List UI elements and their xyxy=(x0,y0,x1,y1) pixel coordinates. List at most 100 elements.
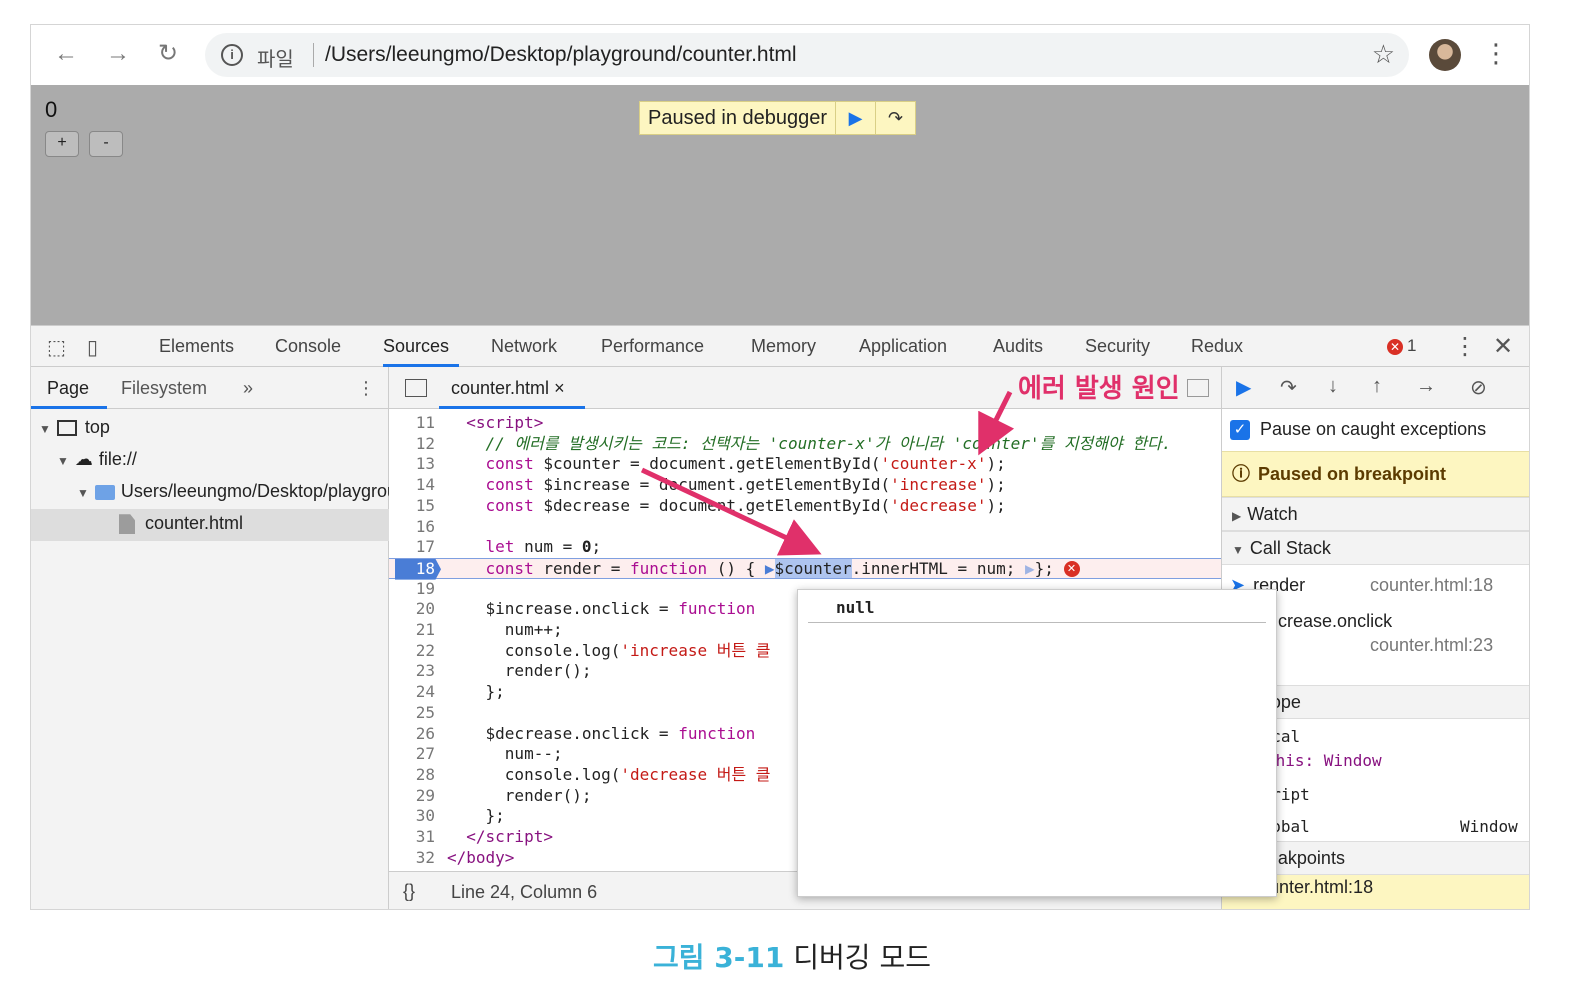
url-scheme-label: 파일 xyxy=(257,49,294,71)
frame-icon xyxy=(56,420,77,437)
back-icon[interactable]: ← xyxy=(51,39,81,69)
cloud-icon: ☁ xyxy=(74,449,93,469)
error-icon: ✕ xyxy=(1387,339,1403,355)
code-line: 12 // 에러를 발생시키는 코드: 선택자는 'counter-x'가 아니… xyxy=(415,433,1172,453)
pause-on-caught-exceptions[interactable]: ✓ Pause on caught exceptions xyxy=(1230,419,1487,441)
checkbox-icon[interactable]: ✓ xyxy=(1230,420,1250,441)
step-into-icon[interactable]: ↓ xyxy=(1328,375,1338,398)
close-devtools-icon[interactable]: ✕ xyxy=(1493,332,1513,361)
tree-item-origin[interactable]: ▼ ☁ file:// xyxy=(57,449,137,470)
navigator-menu-icon[interactable]: ⋮ xyxy=(357,378,375,399)
figure-caption: 그림 3-11 디버깅 모드 xyxy=(0,936,1584,976)
browser-menu-icon[interactable]: ⋮ xyxy=(1483,37,1509,69)
expand-triangle-icon[interactable]: ▼ xyxy=(39,422,51,436)
counter-value: 0 xyxy=(45,97,58,122)
tab-console[interactable]: Console xyxy=(275,336,341,357)
tree-label-origin: file:// xyxy=(98,449,137,469)
tab-sources[interactable]: Sources xyxy=(383,336,449,357)
decrease-button[interactable]: - xyxy=(89,131,123,157)
code-line: 11 <script> xyxy=(415,413,544,432)
figure-title: 디버깅 모드 xyxy=(793,941,931,974)
scope-global-value: Window xyxy=(1460,817,1518,836)
tab-application[interactable]: Application xyxy=(859,336,947,357)
resume-icon[interactable]: ▶ xyxy=(835,102,875,134)
inspect-element-icon[interactable]: ⬚ xyxy=(47,335,66,360)
tab-memory[interactable]: Memory xyxy=(751,336,816,357)
tree-label-file: counter.html xyxy=(145,513,244,533)
omnibox-separator xyxy=(313,43,314,67)
folder-icon xyxy=(94,484,115,500)
call-stack-label: Call Stack xyxy=(1249,538,1331,558)
file-icon xyxy=(119,514,135,535)
tree-label-folder: Users/leeungmo/Desktop/playground xyxy=(120,481,418,501)
tab-network[interactable]: Network xyxy=(491,336,557,357)
page-viewport: 0 + - Paused in debugger ▶ ↷ xyxy=(31,85,1529,325)
omnibox[interactable]: i 파일 /Users/leeungmo/Desktop/playground/… xyxy=(205,33,1409,77)
expand-triangle-icon[interactable]: ▼ xyxy=(77,486,89,500)
profile-avatar[interactable] xyxy=(1429,39,1461,71)
annotation-label: 에러 발생 원인 xyxy=(1018,374,1180,404)
code-line: 17 let num = 0; xyxy=(415,537,602,557)
close-tab-icon[interactable]: × xyxy=(554,378,565,398)
scope-this: this: Window xyxy=(1266,751,1382,770)
tree-item-folder[interactable]: ▼ Users/leeungmo/Desktop/playground xyxy=(77,481,417,502)
frame-location[interactable]: counter.html:18 xyxy=(1370,575,1493,596)
info-icon[interactable]: i xyxy=(221,44,243,66)
error-icon: ✕ xyxy=(1063,561,1080,578)
pause-on-caught-label: Pause on caught exceptions xyxy=(1260,419,1487,439)
error-badge[interactable]: ✕ 1 xyxy=(1387,336,1416,356)
collapse-triangle-icon[interactable]: ▼ xyxy=(1232,543,1244,557)
paused-overlay: Paused in debugger ▶ ↷ xyxy=(639,101,917,135)
expand-triangle-icon[interactable]: ▶ xyxy=(1232,509,1241,523)
url-text[interactable]: /Users/leeungmo/Desktop/playground/count… xyxy=(325,43,797,67)
cursor-position: Line 24, Column 6 xyxy=(451,882,598,902)
popover-value: null xyxy=(836,598,875,617)
step-over-icon[interactable]: ↷ xyxy=(1280,375,1297,400)
code-line: 14 const $increase = document.getElement… xyxy=(415,475,1006,495)
watch-label: Watch xyxy=(1247,504,1298,524)
more-tabs-icon[interactable]: » xyxy=(243,378,253,399)
watch-section[interactable]: ▶ Watch xyxy=(1222,497,1529,531)
pretty-print-button[interactable]: {} xyxy=(403,881,415,902)
deactivate-breakpoints-icon[interactable]: ⊘ xyxy=(1470,375,1487,400)
info-icon: ⓘ xyxy=(1232,464,1250,484)
tab-filesystem[interactable]: Filesystem xyxy=(121,378,207,399)
resume-icon[interactable]: ▶ xyxy=(1236,375,1251,400)
reload-icon[interactable]: ↻ xyxy=(153,39,183,69)
error-count: 1 xyxy=(1407,336,1417,355)
tab-page[interactable]: Page xyxy=(47,378,89,399)
paused-text: Paused in debugger xyxy=(648,106,828,129)
frame-location[interactable]: counter.html:23 xyxy=(1370,635,1493,656)
increase-button[interactable]: + xyxy=(45,131,79,157)
toggle-debugger-icon[interactable] xyxy=(1187,379,1209,397)
tree-item-file[interactable]: counter.html xyxy=(119,513,244,535)
tab-redux[interactable]: Redux xyxy=(1191,336,1243,357)
editor-tab-indicator xyxy=(439,406,585,409)
step-over-icon[interactable]: ↷ xyxy=(875,102,915,134)
device-toolbar-icon[interactable]: ▯ xyxy=(87,335,98,360)
address-toolbar: ← → ↻ i 파일 /Users/leeungmo/Desktop/playg… xyxy=(31,25,1529,85)
bookmark-star-icon[interactable]: ☆ xyxy=(1372,39,1395,70)
popover-divider xyxy=(808,622,1266,623)
devtools-tabbar: ⬚ ▯ Elements Console Sources Network Per… xyxy=(31,325,1529,367)
toggle-navigator-icon[interactable] xyxy=(405,379,427,397)
paused-on-breakpoint-banner: ⓘ Paused on breakpoint xyxy=(1222,451,1529,497)
debugger-toolbar: ▶ ↷ ↓ ↑ → ⊘ xyxy=(1222,367,1529,409)
step-icon[interactable]: → xyxy=(1416,375,1436,398)
breakpoint-line[interactable]: 18 const render = function () { ▶$counte… xyxy=(389,557,1221,580)
browser-window: ← → ↻ i 파일 /Users/leeungmo/Desktop/playg… xyxy=(30,24,1530,910)
tab-elements[interactable]: Elements xyxy=(159,336,234,357)
editor-file-name: counter.html xyxy=(451,378,550,398)
tab-audits[interactable]: Audits xyxy=(993,336,1043,357)
editor-file-tab[interactable]: counter.html × xyxy=(451,378,565,399)
expand-triangle-icon[interactable]: ▼ xyxy=(57,454,69,468)
tree-item-top[interactable]: ▼ top xyxy=(39,417,110,438)
tab-security[interactable]: Security xyxy=(1085,336,1150,357)
step-out-icon[interactable]: ↑ xyxy=(1372,375,1382,398)
tab-performance[interactable]: Performance xyxy=(601,336,704,357)
figure-number: 그림 3-11 xyxy=(653,941,785,974)
forward-icon[interactable]: → xyxy=(103,39,133,69)
devtools-menu-icon[interactable]: ⋮ xyxy=(1453,332,1477,361)
paused-on-breakpoint-label: Paused on breakpoint xyxy=(1258,464,1447,484)
call-stack-section[interactable]: ▼ Call Stack xyxy=(1222,531,1529,565)
